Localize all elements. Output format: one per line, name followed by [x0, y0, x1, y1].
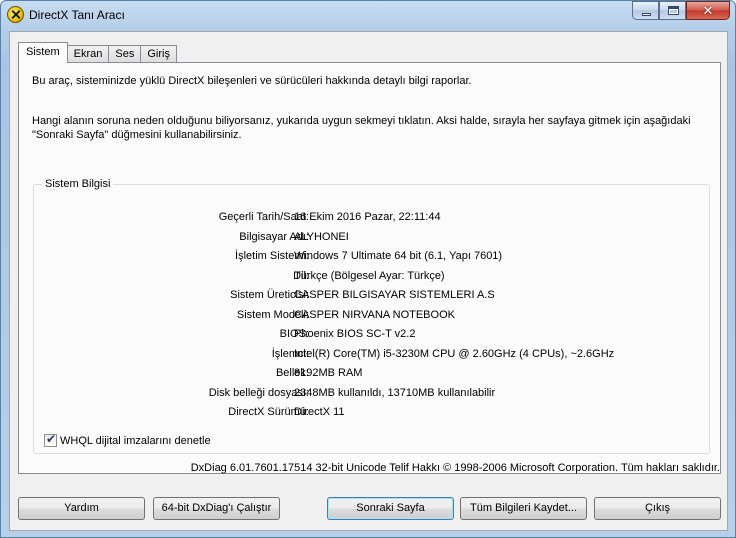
whql-checkbox-row[interactable]: ✔ WHQL dijital imzalarını denetle — [44, 432, 211, 447]
info-value: Intel(R) Core(TM) i5-3230M CPU @ 2.60GHz… — [294, 347, 615, 360]
tab-sistem[interactable]: Sistem — [18, 42, 68, 63]
info-row-model: Sistem Modeli: CASPER NIRVANA NOTEBOOK — [34, 309, 711, 325]
info-value: 16 Ekim 2016 Pazar, 22:11:44 — [294, 211, 441, 223]
dxdiag-window: DirectX Tanı Aracı ✕ Sistem Ekran Ses Gi… — [0, 0, 736, 538]
run-64bit-dxdiag-button[interactable]: 64-bit DxDiag'ı Çalıştır — [153, 497, 280, 520]
checkmark-icon: ✔ — [46, 432, 57, 446]
minimize-button[interactable] — [632, 1, 659, 20]
caption-buttons: ✕ — [632, 1, 730, 20]
info-value: 2348MB kullanıldı, 13710MB kullanılabili… — [294, 386, 496, 399]
tab-giris[interactable]: Giriş — [140, 45, 177, 63]
next-page-button[interactable]: Sonraki Sayfa — [327, 497, 454, 520]
info-row-bios: BIOS: Phoenix BIOS SC-T v2.2 — [34, 328, 711, 344]
info-value: Türkçe (Bölgesel Ayar: Türkçe) — [294, 269, 445, 282]
info-value: 8192MB RAM — [294, 367, 363, 379]
close-icon: ✕ — [702, 3, 714, 18]
info-value: CASPER NIRVANA NOTEBOOK — [294, 308, 455, 321]
info-value: ALYHONEI — [294, 230, 349, 243]
info-row-computer-name: Bilgisayar Adı: ALYHONEI — [34, 231, 711, 247]
info-row-processor: İşlemci: Intel(R) Core(TM) i5-3230M CPU … — [34, 348, 711, 364]
tab-strip: Sistem Ekran Ses Giriş — [18, 42, 177, 63]
maximize-button[interactable] — [659, 1, 686, 20]
info-row-os: İşletim Sistemi: Windows 7 Ultimate 64 b… — [34, 250, 711, 266]
tab-panel-sistem: Bu araç, sisteminizde yüklü DirectX bile… — [18, 62, 721, 474]
title-bar[interactable]: DirectX Tanı Aracı ✕ — [1, 1, 735, 29]
exit-button[interactable]: Çıkış — [594, 497, 721, 520]
minimize-icon — [642, 13, 651, 16]
info-row-date: Geçerli Tarih/Saat: 16 Ekim 2016 Pazar, … — [34, 211, 711, 227]
help-button[interactable]: Yardım — [18, 497, 145, 520]
hint-text: Hangi alanın soruna neden olduğunu biliy… — [32, 115, 691, 141]
info-row-manufacturer: Sistem Üreticisi: CASPER BILGISAYAR SIST… — [34, 289, 711, 305]
dialog-client-area: Sistem Ekran Ses Giriş Bu araç, sistemin… — [9, 31, 728, 531]
save-all-info-button[interactable]: Tüm Bilgileri Kaydet... — [460, 497, 587, 520]
whql-checkbox[interactable]: ✔ — [44, 432, 57, 447]
info-value: Windows 7 Ultimate 64 bit (6.1, Yapı 760… — [294, 250, 503, 262]
info-row-memory: Bellek: 8192MB RAM — [34, 367, 711, 383]
tab-ses[interactable]: Ses — [108, 45, 142, 63]
info-row-directx-version: DirectX Sürümü: DirectX 11 — [34, 406, 711, 422]
info-row-page-file: Disk belleği dosyası: 2348MB kullanıldı,… — [34, 387, 711, 403]
info-row-language: Dil: Türkçe (Bölgesel Ayar: Türkçe) — [34, 270, 711, 286]
directx-app-icon — [7, 6, 24, 23]
tab-ekran[interactable]: Ekran — [66, 45, 110, 63]
window-title: DirectX Tanı Aracı — [29, 8, 125, 22]
close-button[interactable]: ✕ — [686, 1, 730, 20]
intro-text: Bu araç, sisteminizde yüklü DirectX bile… — [32, 75, 472, 87]
whql-label[interactable]: WHQL dijital imzalarını denetle — [60, 435, 211, 447]
info-value: CASPER BILGISAYAR SISTEMLERI A.S — [294, 289, 495, 301]
system-info-group: Sistem Bilgisi Geçerli Tarih/Saat: 16 Ek… — [33, 178, 711, 454]
group-title: Sistem Bilgisi — [42, 178, 114, 190]
copyright-footer: DxDiag 6.01.7601.17514 32-bit Unicode Te… — [190, 462, 720, 474]
maximize-icon — [668, 6, 679, 15]
info-value: DirectX 11 — [294, 406, 345, 418]
info-value: Phoenix BIOS SC-T v2.2 — [294, 328, 416, 340]
